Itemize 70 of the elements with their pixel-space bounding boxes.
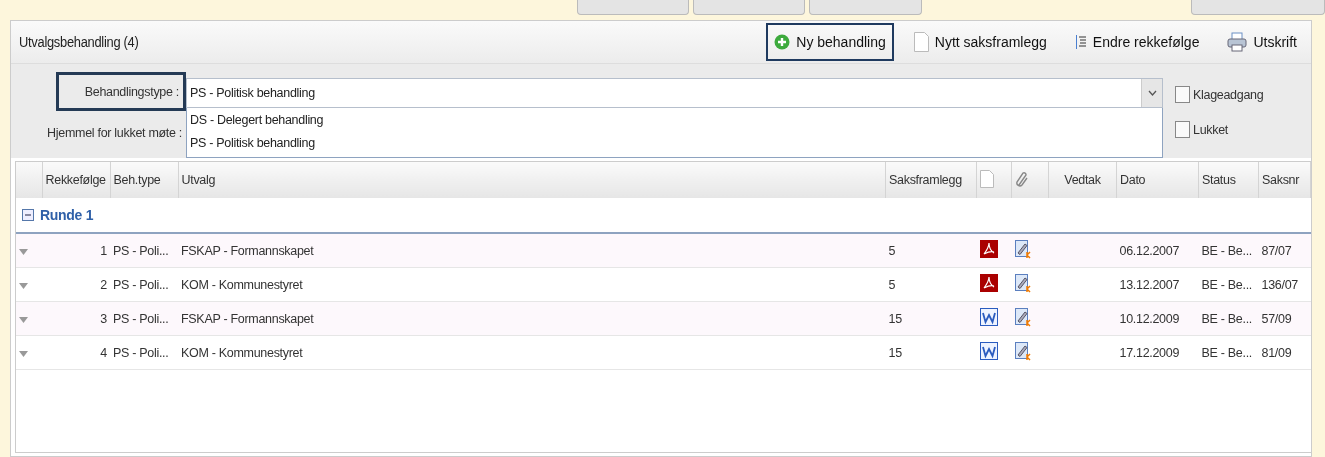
document-icon [980, 169, 994, 188]
table-cell: 87/07 [1258, 233, 1311, 268]
column-header[interactable]: Saksnr [1258, 162, 1311, 198]
table-cell: 4 [42, 335, 110, 370]
table-cell: KOM - Kommunestyret [178, 335, 886, 370]
row-expander-icon[interactable] [19, 282, 28, 289]
edit-document-icon[interactable] [1014, 273, 1032, 293]
dropdown-option[interactable]: PS - Politisk behandling [190, 133, 1159, 153]
document-icon [913, 32, 929, 52]
checkbox-label[interactable]: Klageadgang [1175, 86, 1264, 103]
pdf-icon[interactable] [979, 274, 998, 292]
column-header[interactable]: Vedtak [1048, 162, 1117, 198]
panel-title: Utvalgsbehandling (4) [19, 34, 139, 50]
row-expander-icon[interactable] [19, 350, 28, 357]
collapse-icon[interactable] [22, 209, 34, 221]
table-cell: 2 [42, 267, 110, 302]
table-cell: 1 [42, 233, 110, 268]
table-cell: BE - Be... [1198, 335, 1259, 370]
table-cell: 13.12.2007 [1116, 267, 1199, 302]
list-icon [1074, 34, 1087, 50]
table-cell: PS - Poli... [110, 267, 178, 302]
word-document-icon[interactable] [979, 308, 998, 326]
table-cell: 15 [885, 335, 977, 370]
table-cell: PS - Poli... [110, 301, 178, 336]
new-button[interactable]: Ny behandling [766, 23, 894, 61]
table-cell: BE - Be... [1198, 233, 1259, 268]
table-cell: BE - Be... [1198, 301, 1259, 336]
column-header[interactable]: Beh.type [110, 162, 178, 198]
table-cell: 15 [885, 301, 977, 336]
paperclip-icon [1015, 169, 1029, 188]
plus-icon [774, 34, 791, 50]
checkbox-label[interactable]: Lukket [1175, 121, 1264, 138]
table-cell: 3 [42, 301, 110, 336]
column-header[interactable]: Rekkefølge [42, 162, 110, 198]
table-cell: 57/09 [1258, 301, 1311, 336]
table-cell: 5 [885, 267, 977, 302]
table-cell: 136/07 [1258, 267, 1311, 302]
table-cell: PS - Poli... [110, 335, 178, 370]
table-cell: FSKAP - Formannskapet [178, 233, 886, 268]
table-cell: BE - Be... [1198, 267, 1259, 302]
column-header[interactable]: Status [1198, 162, 1259, 198]
column-header[interactable]: Utvalg [178, 162, 886, 198]
field-label: Behandlingstype : [56, 72, 186, 112]
column-header[interactable]: Saksframlegg [885, 162, 977, 198]
dropdown-option[interactable]: DS - Delegert behandling [190, 110, 1159, 130]
row-expander-icon[interactable] [19, 316, 28, 323]
row-expander-icon[interactable] [19, 248, 28, 255]
edit-document-icon[interactable] [1014, 239, 1032, 259]
type-dropdown[interactable]: PS - Politisk behandling [186, 78, 1163, 108]
table-cell: 10.12.2009 [1116, 301, 1199, 336]
table-cell: 81/09 [1258, 335, 1311, 370]
table-cell: 17.12.2009 [1116, 335, 1199, 370]
field-label: Hjemmel for lukket møte : [46, 124, 183, 142]
edit-document-icon[interactable] [1014, 307, 1032, 327]
table-cell: 06.12.2007 [1116, 233, 1199, 268]
column-header[interactable]: Dato [1116, 162, 1199, 198]
word-document-icon[interactable] [979, 342, 998, 360]
checkbox[interactable] [1175, 121, 1190, 138]
group-label: Runde 1 [40, 207, 94, 223]
table-cell: 5 [885, 233, 977, 268]
printer-icon [1227, 32, 1248, 52]
table-cell: PS - Poli... [110, 233, 178, 268]
table-cell: FSKAP - Formannskapet [178, 301, 886, 336]
edit-document-icon[interactable] [1014, 341, 1032, 361]
checkbox[interactable] [1175, 86, 1190, 103]
new-document-button[interactable]: Nytt saksframlegg [905, 23, 1055, 61]
print-button[interactable]: Utskrift [1219, 23, 1305, 61]
reorder-button[interactable]: Endre rekkefølge [1066, 23, 1208, 61]
pdf-icon[interactable] [979, 240, 998, 258]
table-cell: KOM - Kommunestyret [178, 267, 886, 302]
